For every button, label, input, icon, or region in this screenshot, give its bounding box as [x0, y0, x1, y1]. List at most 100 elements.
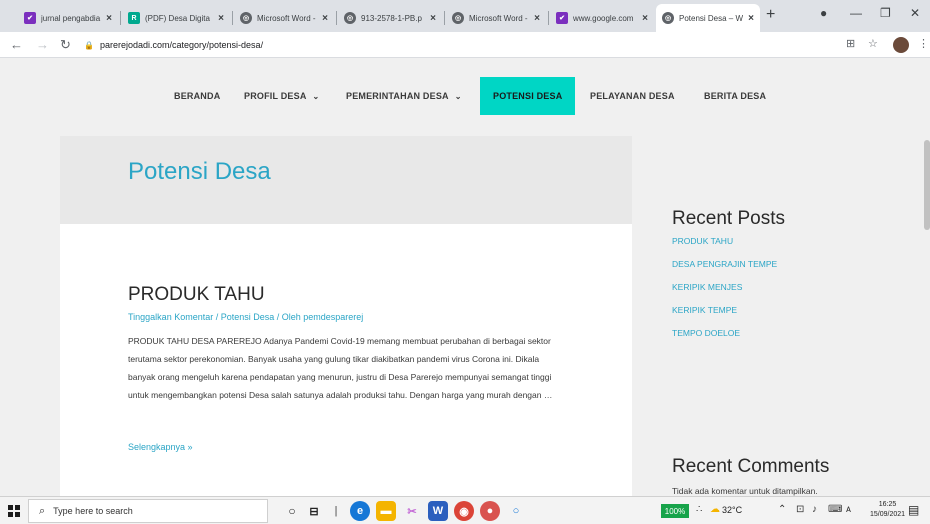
tab-title: jurnal pengabdia [41, 13, 101, 23]
tab-favicon-icon: R [128, 12, 140, 24]
keyboard-icon[interactable]: ⌨ [828, 504, 842, 515]
browser-tab[interactable]: ◎ 913-2578-1-PB.p × [338, 4, 442, 32]
tab-close-icon[interactable]: × [218, 13, 224, 24]
search-placeholder: Type here to search [53, 506, 133, 516]
browser-tab-active[interactable]: ◎ Potensi Desa – W × [656, 4, 760, 32]
tab-favicon-icon: ◎ [452, 12, 464, 24]
taskbar-search-box[interactable]: ⌕ Type here to search [28, 499, 268, 523]
tab-favicon-icon: ◎ [662, 12, 674, 24]
tab-title: Microsoft Word - [257, 13, 316, 23]
page-scrollbar[interactable] [924, 140, 930, 230]
profile-avatar[interactable] [893, 37, 909, 53]
browser-tab[interactable]: ◎ Microsoft Word - × [234, 4, 334, 32]
sidebar-recent-posts: Recent Posts PRODUK TAHU DESA PENGRAJIN … [672, 208, 912, 345]
cortana-icon[interactable]: ○ [282, 501, 302, 521]
page-title: Potensi Desa [128, 158, 271, 185]
recent-posts-title: Recent Posts [672, 208, 785, 229]
close-window-icon[interactable]: ✕ [910, 6, 920, 20]
battery-indicator[interactable]: 100% [661, 504, 689, 518]
post-excerpt: PRODUK TAHU DESA PAREREJO Adanya Pandemi… [128, 336, 553, 400]
url-text: parerejodadi.com/category/potensi-desa/ [99, 40, 264, 50]
tab-title: (PDF) Desa Digita [145, 13, 210, 23]
file-explorer-icon[interactable]: ▬ [376, 501, 396, 521]
chevron-down-icon: ⌄ [454, 91, 462, 101]
tab-title: Potensi Desa – W [679, 13, 744, 23]
app-icon[interactable]: ○ [506, 501, 526, 521]
translate-icon[interactable]: ⊞ [846, 37, 855, 50]
tab-favicon-icon: ◎ [344, 12, 356, 24]
edge-icon[interactable]: e [350, 501, 370, 521]
post-title[interactable]: PRODUK TAHU [128, 284, 265, 306]
search-icon: ⌕ [39, 504, 46, 517]
tab-close-icon[interactable]: × [106, 13, 112, 24]
profile-indicator-icon[interactable]: ● [820, 6, 827, 20]
snipping-tool-icon[interactable]: ✂ [402, 501, 422, 521]
nav-item-pelayanan-desa[interactable]: PELAYANAN DESA [590, 77, 675, 115]
nav-item-label: BERITA DESA [704, 91, 767, 101]
chrome-icon[interactable]: ◉ [454, 501, 474, 521]
read-more-link[interactable]: Selengkapnya » [128, 442, 193, 452]
bookmark-star-icon[interactable]: ☆ [868, 37, 878, 50]
tab-close-icon[interactable]: × [748, 13, 754, 24]
system-clock[interactable]: 16:25 15/09/2021 [870, 500, 905, 520]
tab-close-icon[interactable]: × [430, 13, 436, 24]
tab-favicon-icon: ✔ [556, 12, 568, 24]
maximize-icon[interactable]: ❐ [880, 6, 891, 20]
browser-tab-strip: ✔ jurnal pengabdia × R (PDF) Desa Digita… [0, 0, 930, 32]
site-navigation: BERANDA PROFIL DESA ⌄ PEMERINTAHAN DESA … [0, 58, 930, 136]
recent-post-link[interactable]: PRODUK TAHU [672, 230, 912, 253]
lock-icon: 🔒 [84, 40, 94, 50]
post-card: PRODUK TAHU Tinggalkan Komentar / Potens… [60, 224, 632, 496]
archive-header: Potensi Desa [60, 136, 632, 224]
speaker-icon[interactable]: ♪ [812, 504, 817, 515]
weather-temp[interactable]: 32°C [722, 505, 742, 515]
tab-separator [120, 11, 121, 25]
nav-item-profil-desa[interactable]: PROFIL DESA ⌄ [244, 77, 319, 115]
chevron-up-icon[interactable]: ⌃ [778, 504, 786, 515]
address-bar-row: ← → ↻ 🔒 parerejodadi.com/category/potens… [0, 32, 930, 58]
recent-post-link[interactable]: TEMPO DOELOE [672, 322, 912, 345]
tray-icon[interactable]: ∴ [696, 504, 702, 515]
browser-tab[interactable]: ◎ Microsoft Word - × [446, 4, 546, 32]
tab-separator [444, 11, 445, 25]
browser-tab[interactable]: ✔ jurnal pengabdia × [18, 4, 118, 32]
task-view-icon[interactable]: ⊟ [304, 501, 324, 521]
nav-item-label: PEMERINTAHAN DESA [346, 91, 449, 101]
recent-post-link[interactable]: DESA PENGRAJIN TEMPE [672, 253, 912, 276]
network-icon[interactable]: ⊡ [796, 504, 804, 515]
language-icon[interactable]: ᴀ [846, 504, 851, 515]
taskbar-divider: | [334, 505, 338, 517]
browser-tab[interactable]: R (PDF) Desa Digita × [122, 4, 230, 32]
forward-icon[interactable]: → [36, 37, 49, 52]
nav-item-potensi-desa[interactable]: POTENSI DESA [480, 77, 576, 115]
recent-post-link[interactable]: KERIPIK MENJES [672, 276, 912, 299]
reload-icon[interactable]: ↻ [60, 37, 71, 53]
url-field[interactable]: 🔒 parerejodadi.com/category/potensi-desa… [84, 36, 854, 54]
tab-close-icon[interactable]: × [534, 13, 540, 24]
tab-title: 913-2578-1-PB.p [361, 13, 422, 23]
clock-time: 16:25 [878, 501, 897, 508]
new-tab-icon[interactable]: + [766, 6, 775, 24]
back-icon[interactable]: ← [10, 37, 23, 52]
menu-kebab-icon[interactable]: ⋮ [918, 37, 929, 50]
recent-comments-title: Recent Comments [672, 456, 830, 477]
word-icon[interactable]: W [428, 501, 448, 521]
windows-start-icon[interactable] [8, 505, 20, 517]
app-icon[interactable]: ● [480, 501, 500, 521]
nav-item-beranda[interactable]: BERANDA [174, 77, 220, 115]
tab-separator [336, 11, 337, 25]
weather-icon: ☁ [710, 504, 720, 515]
recent-post-link[interactable]: KERIPIK TEMPE [672, 299, 912, 322]
tab-favicon-icon: ✔ [24, 12, 36, 24]
nav-item-pemerintahan-desa[interactable]: PEMERINTAHAN DESA ⌄ [346, 77, 462, 115]
notification-icon[interactable]: ▤ [908, 503, 919, 517]
tab-close-icon[interactable]: × [642, 13, 648, 24]
nav-item-label: PROFIL DESA [244, 91, 307, 101]
recent-comments-empty: Tidak ada komentar untuk ditampilkan. [672, 486, 818, 496]
post-meta[interactable]: Tinggalkan Komentar / Potensi Desa / Ole… [128, 312, 363, 322]
tab-title: www.google.com [573, 13, 634, 23]
tab-close-icon[interactable]: × [322, 13, 328, 24]
nav-item-berita-desa[interactable]: BERITA DESA [704, 77, 766, 115]
minimize-icon[interactable]: — [850, 6, 862, 20]
browser-tab[interactable]: ✔ www.google.com × [550, 4, 654, 32]
